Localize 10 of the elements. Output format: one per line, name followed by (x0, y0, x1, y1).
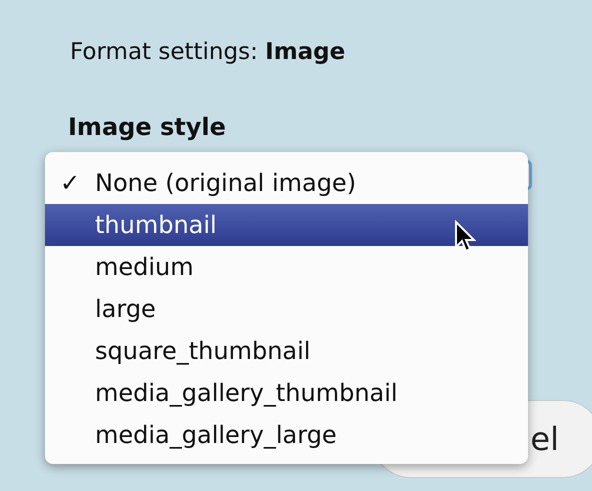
image-style-label: Image style (68, 112, 227, 142)
menu-item[interactable]: ✓ None (original image) (45, 162, 528, 204)
menu-item[interactable]: large (45, 288, 528, 330)
check-mark: ✓ (60, 169, 80, 197)
menu-item[interactable]: media_gallery_thumbnail (45, 372, 528, 414)
menu-item[interactable]: thumbnail (45, 204, 528, 246)
format-settings-title: Format settings: Image (70, 38, 346, 67)
menu-item[interactable]: square_thumbnail (45, 330, 528, 372)
menu-item[interactable]: media_gallery_large (45, 414, 528, 456)
menu-item[interactable]: medium (45, 246, 528, 288)
